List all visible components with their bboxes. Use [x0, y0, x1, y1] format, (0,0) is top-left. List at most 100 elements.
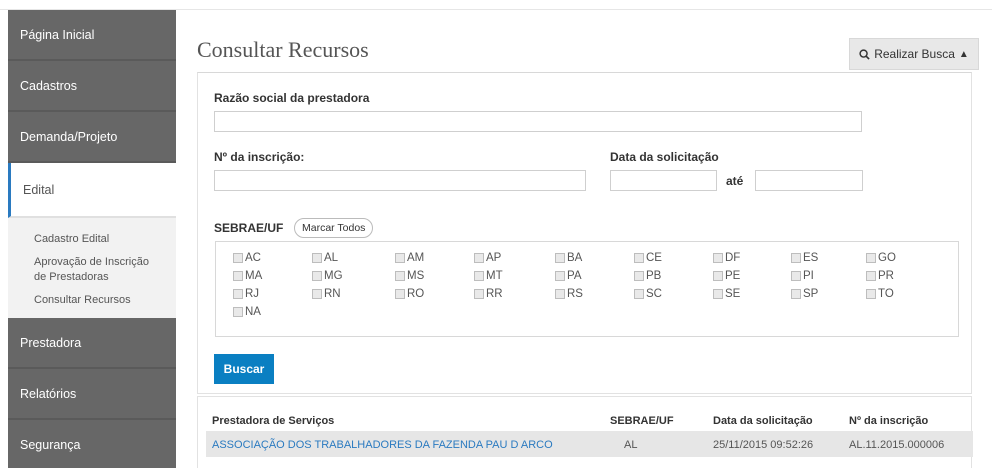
uf-checkbox-to[interactable]: TO: [866, 288, 894, 300]
submenu-item-aprovacao-inscricao[interactable]: Aprovação de Inscrição de Prestadoras: [8, 251, 176, 289]
uf-checkbox-ba[interactable]: BA: [555, 252, 582, 264]
sidebar-item-demanda-projeto[interactable]: Demanda/Projeto: [8, 112, 176, 163]
buscar-button[interactable]: Buscar: [214, 354, 274, 384]
checkbox-icon[interactable]: [713, 289, 723, 299]
uf-checkbox-label: PE: [725, 270, 741, 282]
checkbox-icon[interactable]: [866, 253, 876, 263]
uf-checkbox-label: SE: [725, 288, 741, 300]
checkbox-icon[interactable]: [791, 289, 801, 299]
uf-checkbox-label: BA: [567, 252, 583, 264]
uf-checkbox-pi[interactable]: PI: [791, 270, 814, 282]
uf-checkbox-label: ES: [803, 252, 819, 264]
uf-checkbox-pr[interactable]: PR: [866, 270, 894, 282]
column-header: SEBRAE/UF: [610, 415, 674, 427]
uf-checkbox-label: RJ: [245, 288, 260, 300]
uf-checkbox-ap[interactable]: AP: [474, 252, 501, 264]
checkbox-icon[interactable]: [474, 271, 484, 281]
uf-checkbox-label: AC: [245, 252, 261, 264]
uf-checkbox-label: NA: [245, 306, 261, 318]
checkbox-icon[interactable]: [713, 253, 723, 263]
page-title: Consultar Recursos: [197, 37, 369, 62]
uf-checkbox-pa[interactable]: PA: [555, 270, 582, 282]
uf-checkbox-label: DF: [725, 252, 741, 264]
uf-checkbox-label: MG: [324, 270, 343, 282]
sidebar-item-cadastros[interactable]: Cadastros: [8, 61, 176, 112]
checkbox-icon[interactable]: [791, 253, 801, 263]
sidebar-item-relatorios[interactable]: Relatórios: [8, 369, 176, 420]
uf-checkbox-mg[interactable]: MG: [312, 270, 343, 282]
uf-checkbox-se[interactable]: SE: [713, 288, 740, 300]
uf-checkbox-df[interactable]: DF: [713, 252, 740, 264]
uf-checkbox-am[interactable]: AM: [395, 252, 424, 264]
checkbox-icon[interactable]: [555, 289, 565, 299]
checkbox-icon[interactable]: [634, 253, 644, 263]
checkbox-icon[interactable]: [555, 253, 565, 263]
checkbox-icon[interactable]: [233, 307, 243, 317]
uf-checkbox-ms[interactable]: MS: [395, 270, 424, 282]
uf-checkbox-al[interactable]: AL: [312, 252, 338, 264]
sidebar-item-seguranca[interactable]: Segurança: [8, 420, 176, 468]
submenu-item-cadastro-edital[interactable]: Cadastro Edital: [8, 228, 176, 251]
checkbox-icon[interactable]: [395, 289, 405, 299]
uf-checkbox-label: AL: [324, 252, 339, 264]
realizar-busca-label: Realizar Busca: [874, 47, 955, 61]
uf-checkbox-label: AM: [407, 252, 425, 264]
checkbox-icon[interactable]: [713, 271, 723, 281]
realizar-busca-button[interactable]: Realizar Busca ▲: [849, 38, 979, 70]
checkbox-icon[interactable]: [634, 271, 644, 281]
uf-checkbox-sc[interactable]: SC: [634, 288, 662, 300]
checkbox-icon[interactable]: [474, 289, 484, 299]
prestadora-link[interactable]: ASSOCIAÇÃO DOS TRABALHADORES DA FAZENDA …: [212, 439, 553, 451]
checkbox-icon[interactable]: [866, 271, 876, 281]
uf-checkbox-label: MT: [486, 270, 503, 282]
sidebar-item-label: Edital: [23, 182, 55, 197]
checkbox-icon[interactable]: [634, 289, 644, 299]
checkbox-icon[interactable]: [233, 253, 243, 263]
uf-checkbox-label: SC: [646, 288, 662, 300]
razao-social-input[interactable]: [214, 111, 862, 132]
checkbox-icon[interactable]: [312, 271, 322, 281]
sidebar-item-prestadora[interactable]: Prestadora: [8, 318, 176, 369]
sidebar-item-label: Página Inicial: [20, 27, 95, 42]
data-to-input[interactable]: [755, 170, 863, 191]
uf-checkbox-ma[interactable]: MA: [233, 270, 262, 282]
razao-social-label: Razão social da prestadora: [214, 91, 370, 105]
marcar-todos-button[interactable]: Marcar Todos: [294, 218, 374, 238]
submenu-item-consultar-recursos[interactable]: Consultar Recursos: [8, 289, 176, 312]
uf-checkbox-rr[interactable]: RR: [474, 288, 503, 300]
uf-checkbox-rs[interactable]: RS: [555, 288, 583, 300]
uf-checkbox-pe[interactable]: PE: [713, 270, 740, 282]
checkbox-icon[interactable]: [312, 253, 322, 263]
checkbox-icon[interactable]: [791, 271, 801, 281]
sidebar-item-edital[interactable]: Edital: [8, 163, 176, 218]
sidebar-item-pagina-inicial[interactable]: Página Inicial: [8, 10, 176, 61]
uf-checkbox-ro[interactable]: RO: [395, 288, 424, 300]
column-header: Prestadora de Serviços: [212, 415, 335, 427]
uf-checkbox-label: PI: [803, 270, 814, 282]
uf-checkbox-ce[interactable]: CE: [634, 252, 662, 264]
uf-checkbox-go[interactable]: GO: [866, 252, 896, 264]
checkbox-icon[interactable]: [395, 253, 405, 263]
uf-checkbox-label: RS: [567, 288, 583, 300]
uf-checkbox-na[interactable]: NA: [233, 306, 261, 318]
checkbox-icon[interactable]: [555, 271, 565, 281]
uf-checkbox-mt[interactable]: MT: [474, 270, 503, 282]
checkbox-icon[interactable]: [395, 271, 405, 281]
sidebar-item-label: Prestadora: [20, 335, 82, 350]
inscricao-input[interactable]: [214, 170, 586, 191]
uf-checkbox-sp[interactable]: SP: [791, 288, 818, 300]
top-bar: [0, 0, 992, 10]
uf-checkbox-rn[interactable]: RN: [312, 288, 341, 300]
checkbox-icon[interactable]: [866, 289, 876, 299]
table-cell-uf: AL: [624, 439, 638, 451]
uf-checkbox-es[interactable]: ES: [791, 252, 818, 264]
checkbox-icon[interactable]: [233, 289, 243, 299]
sidebar-item-label: Relatórios: [20, 386, 77, 401]
uf-checkbox-rj[interactable]: RJ: [233, 288, 259, 300]
data-from-input[interactable]: [610, 170, 717, 191]
checkbox-icon[interactable]: [233, 271, 243, 281]
checkbox-icon[interactable]: [312, 289, 322, 299]
checkbox-icon[interactable]: [474, 253, 484, 263]
uf-checkbox-pb[interactable]: PB: [634, 270, 661, 282]
uf-checkbox-ac[interactable]: AC: [233, 252, 261, 264]
